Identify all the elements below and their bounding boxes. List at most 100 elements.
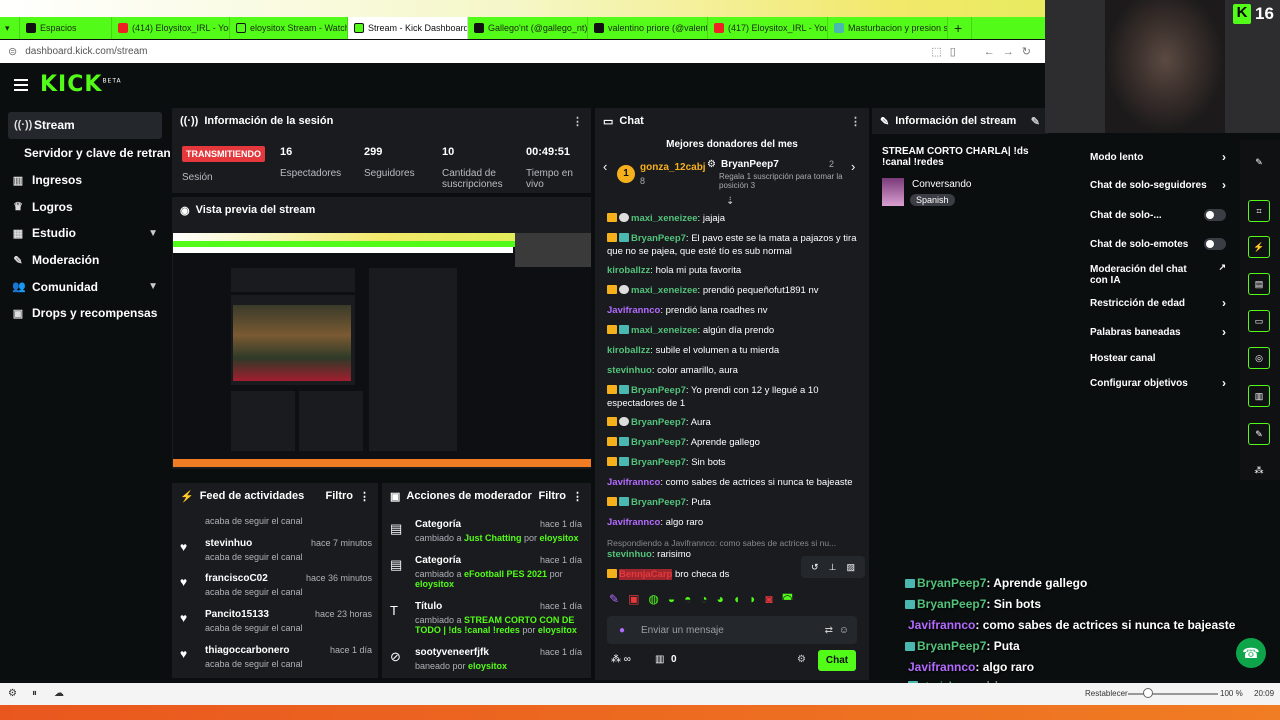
wrench-icon[interactable]: ✎: [1248, 423, 1270, 445]
emoji-icon[interactable]: ☺: [839, 625, 849, 636]
scroll-down-icon[interactable]: ⇣: [726, 196, 734, 207]
emote-icon[interactable]: ◓: [684, 592, 691, 610]
chat-username[interactable]: maxi_xeneizee: [631, 213, 698, 224]
sidebar-icon[interactable]: ▯: [950, 45, 956, 58]
settings-icon[interactable]: ⚙: [797, 654, 806, 665]
chat-username[interactable]: BryanPeep7: [631, 437, 686, 448]
emote-icon[interactable]: ◚: [782, 592, 794, 610]
browser-tab-active[interactable]: Stream - Kick Dashboard: [348, 17, 468, 39]
chat-username[interactable]: BryanPeep7: [631, 385, 686, 396]
widgets-icon[interactable]: ⁂: [1248, 460, 1270, 482]
chat-username[interactable]: BryanPeep7: [631, 233, 686, 244]
cloud-icon[interactable]: ☁: [54, 688, 64, 699]
chat-setting-item[interactable]: Configurar objetivos ›: [1090, 376, 1230, 390]
emote-icon[interactable]: ◒: [668, 592, 675, 610]
emote-icon[interactable]: ◔: [700, 592, 707, 610]
store-icon[interactable]: ▥: [1248, 385, 1270, 407]
more-icon[interactable]: ⋮: [572, 115, 583, 128]
sidebar-item-estudio[interactable]: ▦ Estudio ▼: [0, 220, 170, 247]
zoom-slider-handle[interactable]: [1143, 688, 1153, 698]
chat-setting-item[interactable]: Chat de solo-...: [1090, 209, 1230, 221]
chat-username[interactable]: Javifrannco: [607, 477, 660, 488]
browser-tab[interactable]: valentino priore (@valentir: [588, 17, 708, 39]
pin-icon[interactable]: ⊥: [829, 562, 837, 573]
translate-icon[interactable]: ⇄: [825, 625, 833, 636]
new-tab-button[interactable]: +: [948, 17, 972, 39]
chat-username[interactable]: BryanPeep7: [631, 417, 686, 428]
settings-icon[interactable]: ⚙: [8, 688, 17, 699]
browser-tab[interactable]: eloysitox Stream - Watch L: [230, 17, 348, 39]
sidebar-item-moderacion[interactable]: ✎ Moderación: [0, 247, 170, 274]
chat-setting-item[interactable]: Palabras baneadas ›: [1090, 325, 1230, 339]
site-info-icon[interactable]: ⊜: [8, 45, 17, 58]
help-icon[interactable]: ☎: [1236, 638, 1266, 668]
edit-icon[interactable]: ✎: [1031, 115, 1040, 128]
sidebar-item-logros[interactable]: ♛ Logros: [0, 193, 170, 220]
chat-setting-item[interactable]: Restricción de edad ›: [1090, 296, 1230, 310]
reply-icon[interactable]: ↺: [811, 562, 819, 573]
toggle-switch[interactable]: [1204, 238, 1226, 250]
forward-icon[interactable]: →: [1003, 46, 1014, 58]
chat-username[interactable]: stevinhuo: [607, 365, 652, 376]
emote-icon[interactable]: ◍: [648, 592, 658, 610]
browser-menu-icon[interactable]: ▾: [0, 17, 20, 39]
emote-icon[interactable]: ◙: [765, 592, 772, 610]
chevron-right-icon[interactable]: ›: [851, 159, 855, 174]
chat-username[interactable]: kiroballzz: [607, 345, 650, 356]
chat-setting-item[interactable]: Hostear canal: [1090, 353, 1230, 364]
browser-tab[interactable]: Masturbacion y presion so: [828, 17, 948, 39]
emote-icon[interactable]: ✎: [609, 592, 619, 610]
sidebar-item-server-key[interactable]: Servidor y clave de retransm: [0, 139, 170, 167]
chat-username[interactable]: Javifrannco: [607, 517, 660, 528]
more-icon[interactable]: ⋮: [850, 115, 861, 128]
toggle-switch[interactable]: [1204, 209, 1226, 221]
store-icon[interactable]: ▥: [655, 654, 664, 665]
broadcast-icon[interactable]: ◎: [1248, 347, 1270, 369]
mic-icon[interactable]: ●: [619, 625, 625, 636]
chat-setting-item[interactable]: Moderación del chat con IA ↗: [1090, 262, 1230, 286]
capture-icon[interactable]: ⌗: [1248, 200, 1270, 222]
clipboard-icon[interactable]: ▤: [1248, 273, 1270, 295]
emote-icon[interactable]: ◗: [749, 592, 756, 610]
sidebar-item-ingresos[interactable]: ▥ Ingresos: [0, 167, 170, 194]
chat-username[interactable]: BryanPeep7: [631, 457, 686, 468]
browser-tab[interactable]: Gallego'nt (@gallego_nt) |: [468, 17, 588, 39]
stream-preview-video[interactable]: [173, 233, 591, 467]
bookmark-icon[interactable]: ⬚: [931, 45, 941, 58]
bolt-icon[interactable]: ⚡: [1248, 236, 1270, 258]
chat-setting-item[interactable]: Modo lento ›: [1090, 150, 1230, 164]
reload-icon[interactable]: ↻: [1022, 45, 1031, 58]
sidebar-item-comunidad[interactable]: 👥 Comunidad ▼: [0, 273, 170, 300]
zoom-slider[interactable]: [1128, 693, 1218, 695]
sidebar-item-drops[interactable]: ▣ Drops y recompensas: [0, 300, 170, 327]
filter-button[interactable]: Filtro: [539, 490, 567, 502]
chat-setting-item[interactable]: Chat de solo-seguidores ›: [1090, 178, 1230, 192]
browser-tab[interactable]: (414) Eloysitox_IRL - YouTu: [112, 17, 230, 39]
emote-icon[interactable]: ▣: [628, 592, 639, 610]
infinity-icon[interactable]: ⁂ ∞: [611, 654, 631, 665]
browser-tab[interactable]: (417) Eloysitox_IRL - YouTu: [708, 17, 828, 39]
chat-username[interactable]: kiroballzz: [607, 265, 650, 276]
delete-icon[interactable]: ▨: [846, 562, 855, 573]
more-icon[interactable]: ⋮: [359, 490, 370, 503]
menu-icon[interactable]: [14, 79, 28, 91]
chat-input[interactable]: ● Enviar un mensaje ⇄ ☺: [607, 616, 857, 644]
address-bar[interactable]: ⊜ dashboard.kick.com/stream ⬚ ▯ ← → ↻: [0, 40, 1045, 63]
emote-icon[interactable]: ◖: [733, 592, 740, 610]
chat-username[interactable]: Javifrannco: [607, 305, 660, 316]
chat-username[interactable]: BryanPeep7: [631, 497, 686, 508]
chat-setting-item[interactable]: Chat de solo-emotes: [1090, 238, 1230, 250]
chat-username[interactable]: maxi_xeneizee: [631, 325, 698, 336]
send-chat-button[interactable]: Chat: [818, 650, 856, 671]
pause-icon[interactable]: ⏸: [32, 688, 37, 699]
sidebar-item-stream[interactable]: ((·)) Stream: [8, 112, 162, 139]
emote-icon[interactable]: ◕: [717, 592, 724, 610]
chat-username[interactable]: maxi_xeneizee: [631, 285, 698, 296]
back-icon[interactable]: ←: [984, 46, 995, 58]
chat-icon[interactable]: ▭: [1248, 310, 1270, 332]
edit-icon[interactable]: ✎: [1248, 152, 1270, 174]
filter-button[interactable]: Filtro: [326, 490, 354, 502]
browser-tab[interactable]: Espacios: [20, 17, 112, 39]
chevron-left-icon[interactable]: ‹: [603, 159, 607, 174]
url-text[interactable]: dashboard.kick.com/stream: [25, 46, 147, 57]
